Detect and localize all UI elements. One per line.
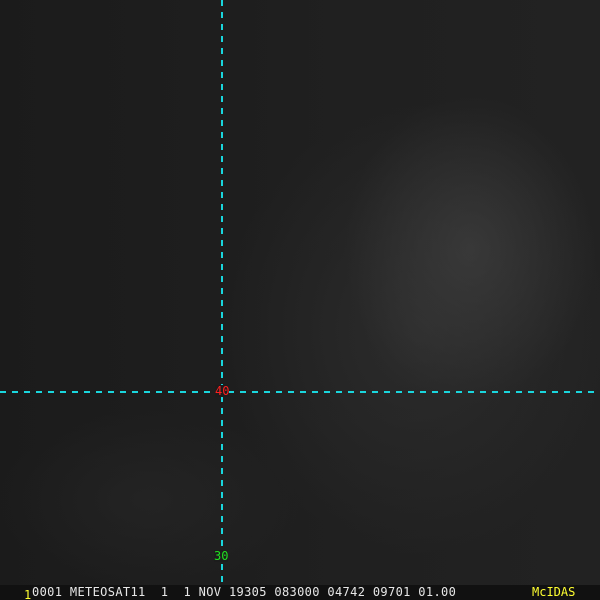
status-bar: 1 0001 METEOSAT11 1 1 NOV 19305 083000 0… [0,585,600,600]
longitude-grid-line [221,0,223,585]
latitude-grid-line [0,391,600,393]
latitude-label: 40 [215,384,230,398]
mcidas-logo: McIDAS [532,585,576,599]
frame-number: 1 [24,588,32,600]
longitude-label: 30 [214,549,229,563]
satellite-image: 40 30 1 0001 METEOSAT11 1 1 NOV 19305 08… [0,0,600,600]
image-info-text: 0001 METEOSAT11 1 1 NOV 19305 083000 047… [32,585,457,599]
